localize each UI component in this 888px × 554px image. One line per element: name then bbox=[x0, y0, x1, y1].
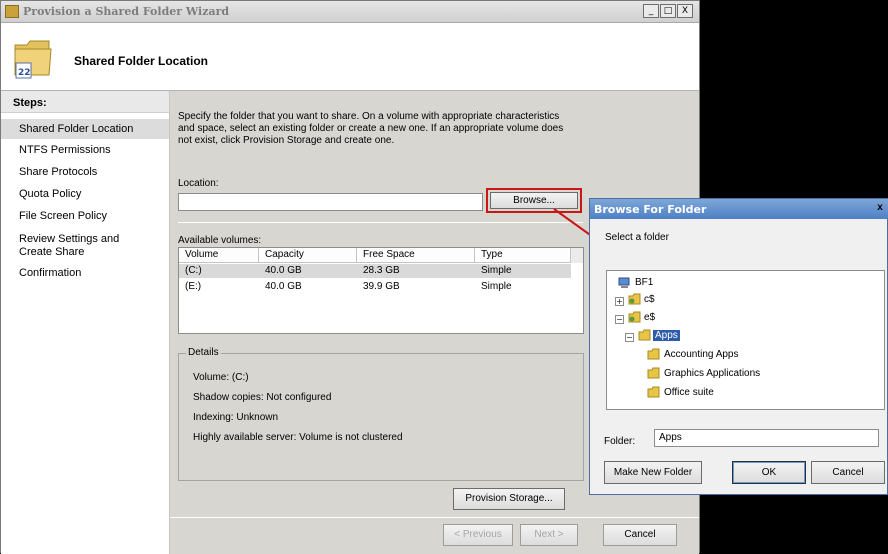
step-shared-folder-location[interactable]: Shared Folder Location bbox=[1, 119, 169, 139]
capacity-cell: 40.0 GB bbox=[265, 265, 302, 276]
folder-icon bbox=[638, 329, 651, 341]
tree-node-e-share[interactable]: e$ bbox=[644, 311, 655, 325]
shared-folder-icon bbox=[628, 293, 641, 305]
dialog-prompt: Select a folder bbox=[605, 232, 669, 243]
next-button[interactable]: Next > bbox=[520, 524, 578, 546]
dialog-close-button[interactable]: x bbox=[874, 201, 886, 215]
folder-label: Folder: bbox=[604, 436, 636, 447]
dialog-title-bar[interactable]: Browse For Folder x bbox=[590, 199, 888, 219]
tree-node-apps[interactable]: Apps bbox=[653, 329, 680, 343]
volumes-label: Available volumes: bbox=[178, 235, 262, 246]
close-button[interactable]: X bbox=[677, 4, 693, 18]
provision-storage-button[interactable]: Provision Storage... bbox=[453, 488, 565, 510]
dialog-cancel-button[interactable]: Cancel bbox=[811, 461, 885, 484]
detail-shadow-copies: Shadow copies: Not configured bbox=[193, 392, 332, 403]
step-ntfs-permissions[interactable]: NTFS Permissions bbox=[1, 144, 169, 157]
volume-cell: (C:) bbox=[185, 265, 202, 276]
separator bbox=[178, 222, 583, 223]
column-volume[interactable]: Volume bbox=[179, 248, 259, 263]
column-free-space[interactable]: Free Space bbox=[357, 248, 475, 263]
cancel-button[interactable]: Cancel bbox=[603, 524, 677, 546]
capacity-cell: 40.0 GB bbox=[265, 281, 302, 292]
column-capacity[interactable]: Capacity bbox=[259, 248, 357, 263]
type-cell: Simple bbox=[481, 281, 512, 292]
wizard-header: 22 Shared Folder Location bbox=[1, 23, 699, 91]
folder-icon bbox=[647, 348, 660, 360]
folder-icon bbox=[647, 367, 660, 379]
step-file-screen-policy[interactable]: File Screen Policy bbox=[1, 210, 169, 223]
browse-for-folder-dialog: Browse For Folder x Select a folder BF1 … bbox=[589, 198, 888, 495]
location-input[interactable] bbox=[178, 193, 483, 211]
make-new-folder-button[interactable]: Make New Folder bbox=[604, 461, 702, 484]
collapse-icon[interactable]: − bbox=[625, 333, 634, 342]
ok-button[interactable]: OK bbox=[732, 461, 806, 484]
wizard-title: Provision a Shared Folder Wizard bbox=[23, 5, 230, 18]
computer-icon bbox=[618, 277, 630, 288]
volumes-list[interactable]: Volume Capacity Free Space Type (C:) 40.… bbox=[178, 247, 584, 334]
detail-volume: Volume: (C:) bbox=[193, 372, 249, 383]
page-title: Shared Folder Location bbox=[74, 54, 209, 68]
shared-folder-icon: 22 bbox=[14, 40, 52, 79]
step-share-protocols[interactable]: Share Protocols bbox=[1, 166, 169, 179]
steps-title: Steps: bbox=[1, 91, 169, 113]
detail-indexing: Indexing: Unknown bbox=[193, 412, 279, 423]
expand-icon[interactable]: + bbox=[615, 297, 624, 306]
list-scrollbar[interactable] bbox=[570, 248, 583, 263]
tree-node-accounting-apps[interactable]: Accounting Apps bbox=[664, 348, 739, 362]
previous-button[interactable]: < Previous bbox=[443, 524, 513, 546]
maximize-button[interactable]: □ bbox=[660, 4, 676, 18]
folder-input[interactable]: Apps bbox=[654, 429, 879, 447]
tree-node-c-share[interactable]: c$ bbox=[644, 293, 655, 307]
separator bbox=[170, 517, 699, 518]
intro-text: Specify the folder that you want to shar… bbox=[178, 111, 564, 146]
step-quota-policy[interactable]: Quota Policy bbox=[1, 188, 169, 201]
free-space-cell: 39.9 GB bbox=[363, 281, 400, 292]
table-row[interactable]: (C:) 40.0 GB 28.3 GB Simple bbox=[179, 264, 571, 278]
dialog-title: Browse For Folder bbox=[594, 203, 707, 216]
details-legend: Details bbox=[186, 347, 221, 358]
tree-node-office-suite[interactable]: Office suite bbox=[664, 386, 714, 400]
shared-folder-icon bbox=[628, 311, 641, 323]
tree-node-bf1[interactable]: BF1 bbox=[635, 276, 653, 290]
column-type[interactable]: Type bbox=[475, 248, 571, 263]
wizard-title-bar[interactable]: Provision a Shared Folder Wizard _ □ X bbox=[1, 1, 699, 23]
detail-highly-available: Highly available server: Volume is not c… bbox=[193, 432, 403, 443]
wizard-app-icon bbox=[5, 5, 19, 18]
steps-pane: Steps: Shared Folder Location NTFS Permi… bbox=[1, 91, 170, 554]
tree-node-apps-label: Apps bbox=[653, 330, 680, 341]
details-group: Details Volume: (C:) Shadow copies: Not … bbox=[178, 347, 584, 481]
table-row[interactable]: (E:) 40.0 GB 39.9 GB Simple bbox=[179, 280, 571, 294]
tree-node-graphics-applications[interactable]: Graphics Applications bbox=[664, 367, 760, 381]
type-cell: Simple bbox=[481, 265, 512, 276]
volume-cell: (E:) bbox=[185, 281, 202, 292]
free-space-cell: 28.3 GB bbox=[363, 265, 400, 276]
step-confirmation[interactable]: Confirmation bbox=[1, 267, 169, 280]
folder-tree[interactable]: BF1 + c$ − e$ − Apps Accounting Apps Gra… bbox=[606, 270, 885, 410]
folder-icon bbox=[647, 386, 660, 398]
minimize-button[interactable]: _ bbox=[643, 4, 659, 18]
location-label: Location: bbox=[178, 178, 219, 189]
step-review-settings[interactable]: Review Settings and Create Share bbox=[1, 233, 151, 259]
svg-text:22: 22 bbox=[18, 68, 31, 78]
collapse-icon[interactable]: − bbox=[615, 315, 624, 324]
